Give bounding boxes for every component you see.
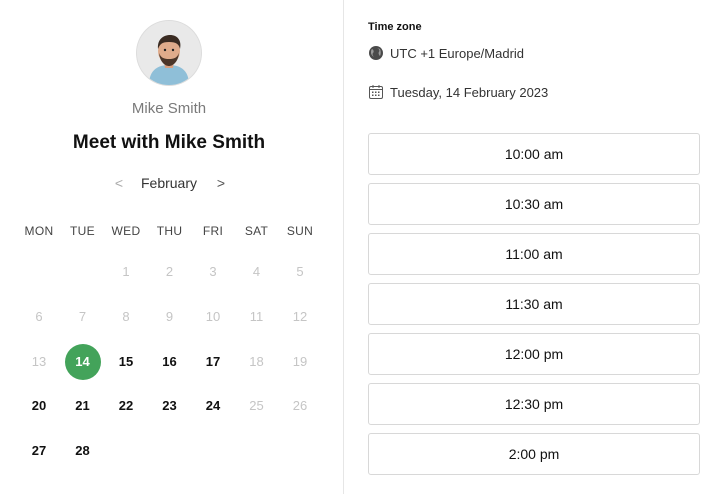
calendar-day-26: 26 <box>292 398 308 414</box>
calendar-day-2: 2 <box>165 264 174 279</box>
calendar-day-4: 4 <box>252 264 261 279</box>
calendar-day-1: 1 <box>122 264 130 279</box>
calendar-day-20[interactable]: 20 <box>17 388 61 424</box>
weekday-header-sun: SUN <box>286 224 314 238</box>
calendar-day-14[interactable]: 14 <box>61 343 105 380</box>
next-month-button[interactable]: > <box>212 175 230 191</box>
calendar-day-8: 8 <box>122 308 130 324</box>
calendar-day-21[interactable]: 21 <box>61 388 105 424</box>
time-slot-button[interactable]: 11:30 am <box>368 283 700 325</box>
calendar-day-18: 18 <box>249 353 264 369</box>
page-title: Meet with Mike Smith <box>72 132 266 153</box>
time-slot-button[interactable]: 12:30 pm <box>368 383 700 425</box>
weekday-header-thu: THU <box>156 224 183 238</box>
calendar-day-19: 19 <box>292 353 308 369</box>
weekday-header-mon: MON <box>24 224 54 238</box>
weekday-header-fri: FRI <box>202 224 224 238</box>
weekday-header-wed: WED <box>111 224 141 238</box>
calendar-day-7: 7 <box>78 308 87 324</box>
time-slot-button[interactable]: 12:00 pm <box>368 333 700 375</box>
calendar-day-6: 6 <box>35 308 43 324</box>
calendar-day-9: 9 <box>165 308 174 324</box>
weekday-header-tue: TUE <box>70 224 95 238</box>
month-navigation: < February > <box>0 175 338 195</box>
selected-date-value: Tuesday, 14 February 2023 <box>390 84 549 100</box>
booking-left-panel: Mike Smith Meet with Mike Smith < Februa… <box>0 0 343 494</box>
calendar-day-3: 3 <box>209 264 217 279</box>
calendar-day-16[interactable]: 16 <box>148 344 192 380</box>
calendar-day-5: 5 <box>296 264 304 279</box>
booking-right-panel: Time zone UTC +1 Europe/Madrid Tuesday, … <box>344 0 720 494</box>
prev-month-button[interactable]: < <box>110 175 128 191</box>
calendar-day-11: 11 <box>249 308 264 324</box>
time-slot-list: 10:00 am 10:30 am 11:00 am 11:30 am 12:00 pm… <box>368 133 700 483</box>
calendar-day-24[interactable]: 24 <box>191 388 235 424</box>
calendar-day-25: 25 <box>249 398 264 414</box>
time-slot-button[interactable]: 11:00 am <box>368 233 700 275</box>
time-slot-button[interactable]: 2:00 pm <box>368 433 700 475</box>
avatar <box>137 21 201 85</box>
calendar-day-27[interactable]: 27 <box>17 433 61 469</box>
calendar-day-28[interactable]: 28 <box>61 433 105 469</box>
calendar-day-12: 12 <box>292 308 308 324</box>
calendar-day-17[interactable]: 17 <box>191 344 235 380</box>
calendar-day-13: 13 <box>31 353 47 369</box>
weekday-header-sat: SAT <box>244 224 269 238</box>
timezone-value: UTC +1 Europe/Madrid <box>390 45 525 61</box>
selected-date-row: Tuesday, 14 February 2023 <box>368 84 548 100</box>
calendar-day-10: 10 <box>205 308 221 324</box>
month-label: February <box>140 175 198 191</box>
timezone-row[interactable]: UTC +1 Europe/Madrid <box>368 45 524 61</box>
calendar-day-23[interactable]: 23 <box>148 388 192 424</box>
time-slot-button[interactable]: 10:00 am <box>368 133 700 175</box>
calendar-day-22[interactable]: 22 <box>104 388 148 424</box>
timezone-label: Time zone <box>368 21 422 33</box>
globe-icon <box>368 45 384 61</box>
calendar-icon <box>368 84 384 100</box>
host-name: Mike Smith <box>131 100 207 117</box>
calendar-day-15[interactable]: 15 <box>104 344 148 380</box>
person-avatar-icon <box>137 21 201 85</box>
time-slot-button[interactable]: 10:30 am <box>368 183 700 225</box>
